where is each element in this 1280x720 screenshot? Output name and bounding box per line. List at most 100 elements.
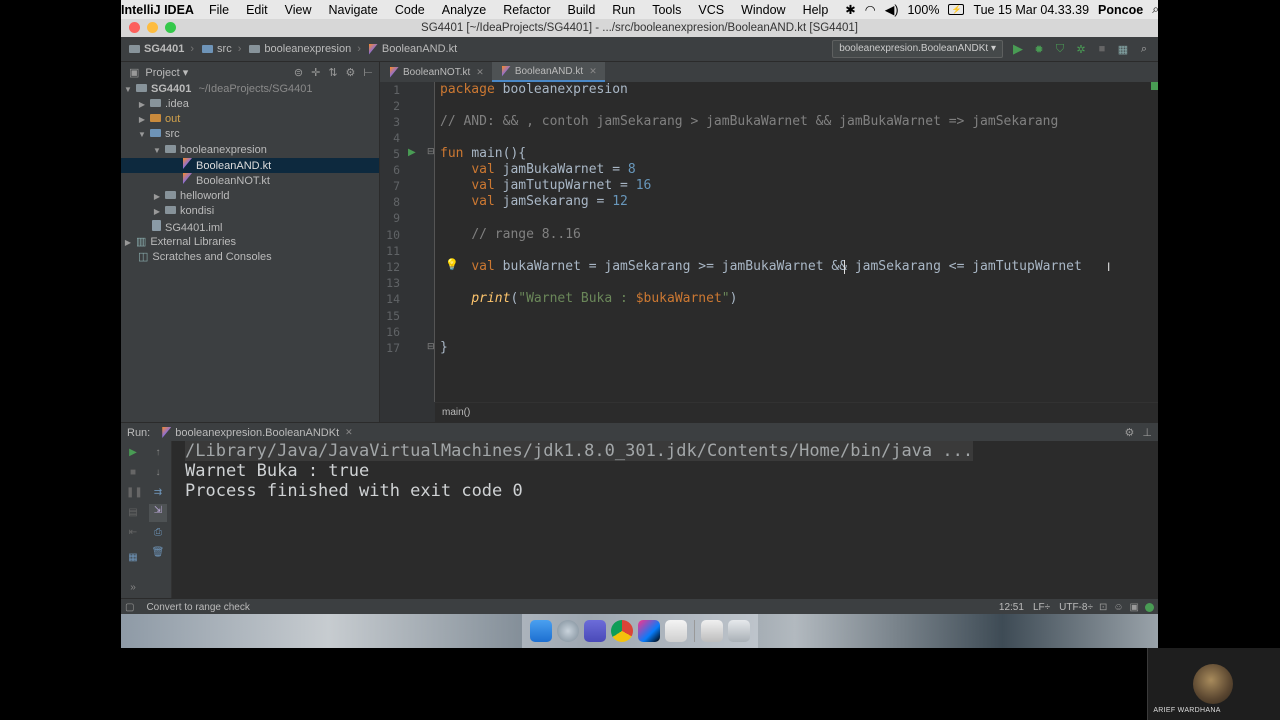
textedit-icon[interactable] (665, 620, 687, 642)
tree-item-kondisi[interactable]: ▶ kondisi (121, 204, 410, 219)
run-console[interactable]: /Library/Java/JavaVirtualMachines/jdk1.8… (172, 441, 1158, 598)
scroll-to-end-icon[interactable]: ⇲ (149, 504, 167, 522)
search-everywhere-icon[interactable]: ⌕ (1137, 42, 1151, 56)
menu-code[interactable]: Code (395, 3, 425, 17)
clear-all-icon[interactable]: 🗑 (151, 546, 165, 560)
layout-icon[interactable]: ▦ (126, 551, 140, 565)
file-encoding[interactable]: UTF-8÷ (1059, 602, 1093, 613)
hide-icon[interactable]: ⊢ (363, 66, 373, 79)
run-gutter-icon[interactable]: ▶ (408, 147, 416, 158)
menu-window[interactable]: Window (741, 3, 785, 17)
menu-help[interactable]: Help (803, 3, 829, 17)
close-tab-icon[interactable]: ✕ (345, 427, 353, 438)
volume-icon[interactable]: ◀) (885, 2, 899, 17)
print-icon[interactable]: ⎙ (151, 526, 165, 540)
up-arrow-icon[interactable]: ↑ (151, 446, 165, 460)
trash-icon[interactable] (728, 620, 750, 642)
tree-item-booleanexpresion[interactable]: ▼ booleanexpresion (121, 143, 410, 158)
menu-file[interactable]: File (209, 3, 229, 17)
event-log-icon[interactable]: ▣ (1130, 602, 1139, 613)
tree-item-idea[interactable]: ▶ .idea (121, 97, 395, 112)
tree-item-scratches[interactable]: ◫ Scratches and Consoles (121, 250, 396, 265)
teams-icon[interactable] (584, 620, 606, 642)
bluetooth-icon[interactable]: ✱ (845, 2, 855, 17)
expand-arrow-icon[interactable]: ▶ (137, 112, 147, 127)
expand-arrow-icon[interactable]: ▶ (152, 189, 162, 204)
event-log-status-icon[interactable] (1145, 602, 1154, 612)
editor-breadcrumb[interactable]: main() (435, 402, 1158, 422)
inspection-ok-icon[interactable] (1151, 82, 1158, 90)
tree-item-src[interactable]: ▼ src (121, 127, 395, 142)
readonly-lock-icon[interactable]: ⊡ (1099, 602, 1107, 613)
rerun-icon[interactable]: ▶ (126, 446, 140, 460)
down-arrow-icon[interactable]: ↓ (151, 466, 165, 480)
intellij-idea-icon[interactable] (638, 620, 660, 642)
gear-icon[interactable]: ⚙ (346, 66, 356, 79)
expand-arrow-icon[interactable]: ▼ (137, 127, 147, 142)
tree-item-external-libraries[interactable]: ▶ ▥ External Libraries (121, 235, 381, 250)
expand-arrow-icon[interactable]: ▼ (152, 143, 162, 158)
chrome-icon[interactable] (611, 620, 633, 642)
tree-item-sg4401[interactable]: ▼ SG4401 ~/IdeaProjects/SG4401 (121, 82, 381, 97)
intention-bulb-icon[interactable]: 💡 (445, 258, 459, 271)
nav-crumb-src[interactable]: src (202, 43, 232, 55)
spotlight-icon[interactable]: ⌕ (1152, 2, 1159, 17)
more-icon[interactable]: » (126, 581, 140, 595)
menu-view[interactable]: View (285, 3, 312, 17)
expand-arrow-icon[interactable]: ▶ (123, 235, 133, 250)
editor-gutter[interactable]: 1 2 3 4 5 6 7 8 9 10 11 12 13 14 15 16 1… (380, 82, 435, 402)
launchpad-icon[interactable] (557, 620, 579, 642)
close-tab-icon[interactable]: ✕ (589, 66, 597, 77)
expand-arrow-icon[interactable]: ▼ (123, 82, 133, 97)
menu-refactor[interactable]: Refactor (503, 3, 550, 17)
inspector-icon[interactable]: ☺ (1113, 602, 1123, 613)
stop-icon[interactable]: ■ (1095, 42, 1109, 56)
exit-icon[interactable]: ⇤ (126, 526, 140, 540)
hide-panel-icon[interactable]: ⊥ (1142, 426, 1152, 439)
close-tab-icon[interactable]: ✕ (476, 67, 484, 78)
expand-icon[interactable]: ⇅ (328, 66, 337, 79)
profile-icon[interactable]: ✲ (1074, 42, 1088, 56)
notification-center-icon[interactable]: ☰ (1168, 2, 1179, 17)
menu-analyze[interactable]: Analyze (442, 3, 486, 17)
run-icon[interactable]: ▶ (1011, 41, 1025, 56)
tree-item-out[interactable]: ▶ out (121, 112, 395, 127)
soft-wrap-icon[interactable]: ⇉ (151, 486, 165, 500)
menu-tools[interactable]: Tools (652, 3, 681, 17)
tree-item-sg4401-iml[interactable]: SG4401.iml (121, 220, 410, 235)
tree-item-helloworld[interactable]: ▶ helloworld (121, 189, 410, 204)
line-separator[interactable]: LF÷ (1033, 602, 1050, 613)
code-editor[interactable]: package booleanexpresion // AND: && , co… (435, 82, 1151, 402)
run-tab[interactable]: booleanexpresion.BooleanANDKt ✕ (162, 427, 353, 439)
menu-run[interactable]: Run (612, 3, 635, 17)
run-configuration-select[interactable]: booleanexpresion.BooleanANDKt ▾ (832, 40, 1003, 58)
documents-stack-icon[interactable] (701, 620, 723, 642)
caret-position[interactable]: 12:51 (999, 602, 1024, 613)
nav-crumb-project[interactable]: SG4401 (129, 43, 184, 55)
menu-build[interactable]: Build (567, 3, 595, 17)
tab-booleanand-kt[interactable]: BooleanAND.kt ✕ (491, 62, 605, 82)
editor-scrollbar[interactable] (1151, 82, 1158, 402)
fold-marker-icon[interactable]: ⊟ (427, 146, 435, 157)
debug-icon[interactable]: ✹ (1032, 42, 1046, 56)
scroll-from-source-icon[interactable]: ✛ (311, 66, 320, 79)
menu-navigate[interactable]: Navigate (329, 3, 378, 17)
menu-vcs[interactable]: VCS (698, 3, 724, 17)
project-view-selector[interactable]: Project ▾ (145, 66, 188, 79)
minimize-window-button[interactable] (147, 22, 158, 33)
user-menu[interactable]: Poncoe (1098, 3, 1143, 17)
zoom-window-button[interactable] (165, 22, 176, 33)
pause-icon[interactable]: ❚❚ (126, 486, 143, 500)
gear-icon[interactable]: ⚙ (1125, 426, 1135, 439)
battery-icon[interactable]: ⚡ (948, 4, 965, 15)
expand-arrow-icon[interactable]: ▶ (152, 204, 162, 219)
coverage-icon[interactable]: ⛉ (1053, 42, 1067, 56)
close-window-button[interactable] (129, 22, 140, 33)
nav-crumb-package[interactable]: booleanexpresion (249, 43, 351, 55)
app-menu[interactable]: IntelliJ IDEA (121, 3, 194, 17)
project-structure-icon[interactable]: ▦ (1116, 42, 1130, 56)
wifi-icon[interactable]: ◠ (865, 2, 876, 17)
stop-icon[interactable]: ■ (126, 466, 140, 480)
dump-threads-icon[interactable]: ▤ (126, 506, 140, 520)
menu-edit[interactable]: Edit (246, 3, 268, 17)
